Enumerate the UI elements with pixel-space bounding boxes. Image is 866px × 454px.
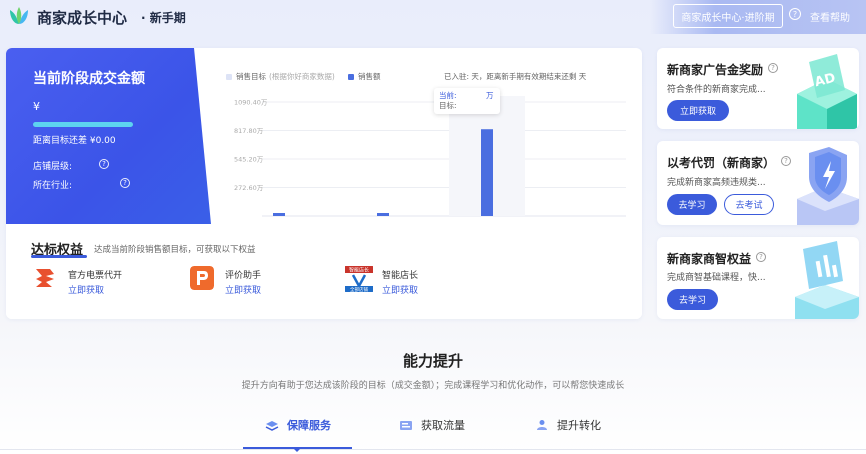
- exam-penalty-exam-button[interactable]: 去考试: [724, 194, 774, 215]
- app-title: 商家成长中心: [37, 9, 128, 27]
- y-tick-label: 1090.40万: [234, 99, 268, 107]
- sales-bar: [273, 213, 285, 216]
- exam-penalty-desc: 完成新商家高频违规类...: [667, 178, 766, 188]
- sales-bar: [481, 129, 493, 216]
- rights-title-underline: [31, 255, 87, 258]
- stage-sales-card: 当前阶段成交金额 ¥ 距离目标还差 ¥0.00 店铺层级: ? 所在行业: ? …: [6, 48, 642, 319]
- rights-subtitle: 达成当前阶段销售额目标，可获取以下权益: [94, 245, 256, 255]
- conversion-icon: [537, 420, 547, 430]
- ad-reward-desc: 符合条件的新商家完成...: [667, 85, 766, 95]
- ad-reward-illustration: AD: [797, 54, 857, 129]
- rights-item-smart-name: 智能店长: [382, 271, 419, 281]
- legend-sales-label: 销售额: [358, 72, 381, 81]
- tab-baseline: [0, 449, 866, 450]
- help-icon[interactable]: ?: [789, 8, 801, 20]
- review-assistant-icon: [190, 266, 214, 290]
- industry-help-icon[interactable]: ?: [120, 178, 130, 188]
- exam-penalty-study-button[interactable]: 去学习: [667, 194, 717, 215]
- rights-item-invoice-link[interactable]: 立即获取: [68, 283, 104, 296]
- rights-section: 达标权益 达成当前阶段销售额目标，可获取以下权益 官方电票代开 立即获取 评价助…: [6, 224, 642, 319]
- tab-protection-service[interactable]: 保障服务: [265, 417, 331, 433]
- summary-progress-bar: [33, 122, 133, 127]
- sales-bar-chart: 1090.40万817.80万545.20万272.60万0~7天8~30天31…: [234, 96, 626, 233]
- tab-protection-service-label: 保障服务: [287, 419, 331, 432]
- shield-service-icon: [265, 421, 279, 431]
- tooltip-current-value: 万: [486, 91, 494, 100]
- exam-penalty-card: 以考代罚（新商家） ? 完成新商家高频违规类... 去学习 去考试: [657, 141, 859, 225]
- ad-reward-get-button[interactable]: 立即获取: [667, 100, 729, 121]
- y-tick-label: 817.80万: [234, 127, 264, 135]
- rights-item-review-link[interactable]: 立即获取: [225, 283, 261, 296]
- chart-tooltip: 当前: 万 目标:: [434, 88, 500, 114]
- smart-rights-title: 新商家商智权益: [667, 252, 752, 266]
- capability-title: 能力提升: [402, 352, 463, 370]
- ad-reward-card: 新商家广告金奖励 ? 符合条件的新商家完成... 立即获取 AD: [657, 48, 859, 129]
- industry-label: 所在行业:: [33, 181, 73, 191]
- smart-rights-study-button[interactable]: 去学习: [667, 289, 718, 310]
- app-subtitle: · 新手期: [141, 11, 186, 25]
- ad-reward-title: 新商家广告金奖励: [667, 63, 764, 77]
- active-tab-caret: [292, 447, 302, 452]
- summary-title: 当前阶段成交金额: [33, 71, 145, 87]
- tooltip-target-label: 目标:: [439, 101, 457, 110]
- smart-rights-help-icon[interactable]: ?: [756, 252, 766, 262]
- shop-level-label: 店铺层级:: [33, 162, 73, 172]
- smart-manager-badge-sub: 全部店铺: [350, 286, 368, 293]
- smart-manager-badge-text: 智能店长: [349, 267, 369, 274]
- exam-shield-illustration: [797, 147, 859, 225]
- help-link[interactable]: 查看帮助: [810, 9, 850, 24]
- exam-penalty-title: 以考代罚（新商家）: [667, 156, 776, 170]
- sales-summary-panel: 当前阶段成交金额 ¥ 距离目标还差 ¥0.00 店铺层级: ? 所在行业: ?: [6, 48, 211, 224]
- y-tick-label: 545.20万: [234, 156, 264, 164]
- advanced-stage-button[interactable]: 商家成长中心·进阶期: [673, 4, 783, 28]
- legend-target-label: 销售目标: [236, 72, 266, 81]
- logo-icon: [10, 7, 28, 24]
- target-gap-text: 距离目标还差 ¥0.00: [33, 136, 116, 146]
- header: 商家成长中心 · 新手期 商家成长中心·进阶期 ? 查看帮助: [0, 0, 866, 34]
- tab-improve-conversion[interactable]: 提升转化: [535, 417, 601, 433]
- legend-target-note: (根据你好商家数据): [269, 72, 335, 81]
- tab-get-traffic-label: 获取流量: [421, 419, 465, 432]
- capability-subtitle: 提升方向有助于您达成该阶段的目标（成交金额）；完成课程学习和优化动作，可以帮您快…: [241, 381, 625, 391]
- smart-manager-icon: 智能店长 全部店铺: [344, 265, 374, 293]
- tab-improve-conversion-label: 提升转化: [557, 419, 601, 432]
- smart-rights-illustration: [795, 241, 859, 319]
- y-tick-label: 272.60万: [234, 184, 264, 192]
- shop-level-help-icon[interactable]: ?: [99, 159, 109, 169]
- tab-get-traffic[interactable]: 获取流量: [399, 417, 465, 433]
- summary-amount: ¥: [33, 100, 40, 113]
- rights-item-review-name: 评价助手: [225, 271, 262, 281]
- legend-sales: 销售额: [348, 71, 381, 82]
- traffic-icon: [400, 421, 412, 430]
- invoice-icon: [33, 266, 57, 290]
- rights-item-invoice-name: 官方电票代开: [68, 271, 123, 281]
- smart-rights-desc: 完成商智基础课程，快...: [667, 273, 766, 283]
- rights-item-smart-link[interactable]: 立即获取: [382, 283, 418, 296]
- smart-rights-card: 新商家商智权益 ? 完成商智基础课程，快... 去学习: [657, 237, 859, 319]
- legend-target: 销售目标 (根据你好商家数据): [226, 71, 335, 82]
- sales-bar: [377, 213, 389, 216]
- join-days-info: 已入驻: 天，距离新手期有效期结束还剩 天: [444, 72, 587, 81]
- ad-reward-help-icon[interactable]: ?: [768, 63, 778, 73]
- legend-target-swatch: [226, 73, 232, 80]
- legend-sales-swatch: [348, 73, 354, 80]
